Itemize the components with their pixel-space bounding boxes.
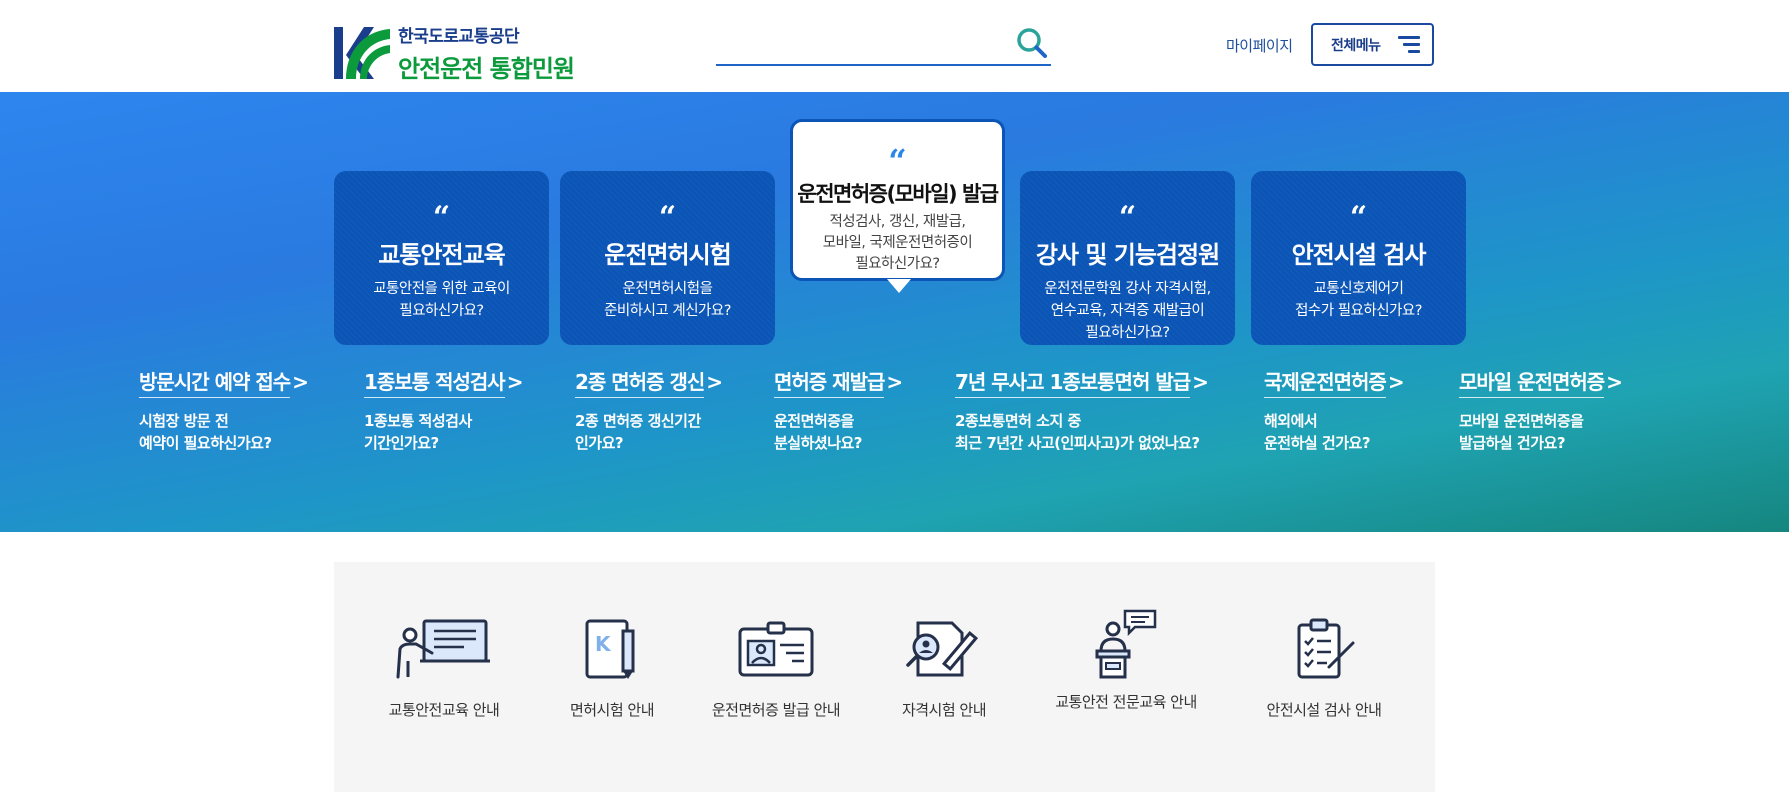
hero-section: “ 교통안전교육 교통안전을 위한 교육이 필요하신가요? “ 운전면허시험 운… — [0, 92, 1789, 532]
card-safety-facility-inspection[interactable]: “ 안전시설 검사 교통신호제어기 접수가 필요하신가요? — [1251, 171, 1466, 345]
quick-link-title: 면허증 재발급 — [774, 366, 885, 398]
chevron-right-icon: > — [506, 370, 524, 394]
all-menu-label: 전체메뉴 — [1331, 37, 1381, 54]
service-license-issuance[interactable]: 운전면허증 발급 안내 — [706, 617, 846, 720]
lecturer-podium-icon — [1095, 609, 1157, 679]
quick-link-description: 시험장 방문 전 예약이 필요하신가요? — [139, 412, 272, 452]
card-license-issuance[interactable]: “ 운전면허증(모바일) 발급 적성검사, 갱신, 재발급, 모바일, 국제운전… — [790, 119, 1005, 281]
quick-link-title: 국제운전면허증 — [1264, 366, 1387, 398]
exam-pencil-icon: K — [585, 619, 635, 679]
card-title: 교통안전교육 — [378, 241, 505, 269]
quick-link-description: 2종 면허증 갱신기간 인가요? — [575, 412, 701, 452]
service-label: 자격시험 안내 — [901, 701, 987, 719]
card-description: 운전전문학원 강사 자격시험, 연수교육, 자격증 재발급이 필요하신가요? — [1044, 281, 1211, 341]
checklist-clipboard-icon — [1297, 618, 1355, 679]
quick-link-accident-free-license[interactable]: 7년 무사고 1종보통면허 발급 > 2종보통면허 소지 중 최근 7년간 사고(… — [955, 366, 1209, 454]
chevron-right-icon: > — [1192, 370, 1209, 394]
svg-text:K: K — [595, 632, 612, 656]
service-label: 운전면허증 발급 안내 — [711, 701, 841, 719]
service-label: 교통안전교육 안내 — [388, 701, 500, 719]
quote-icon: “ — [658, 200, 677, 235]
search-bar — [716, 24, 1051, 66]
speech-bubble-tail — [887, 279, 911, 293]
site-header: 한국도로교통공단 안전운전 통합민원 마이페이지 전체메뉴 — [0, 0, 1789, 92]
quick-link-title: 방문시간 예약 접수 — [139, 366, 291, 398]
quick-link-description: 모바일 운전면허증을 발급하실 건가요? — [1459, 412, 1584, 452]
card-description: 교통신호제어기 접수가 필요하신가요? — [1295, 281, 1422, 319]
service-facility-inspection[interactable]: 안전시설 검사 안내 — [1254, 617, 1394, 720]
card-description: 운전면허시험을 준비하시고 계신가요? — [604, 281, 731, 319]
search-input[interactable] — [716, 24, 1006, 64]
service-qualification-exam[interactable]: 자격시험 안내 — [889, 617, 999, 720]
quick-link-title: 2종 면허증 갱신 — [575, 366, 705, 398]
service-guide-section: 교통안전교육 안내 K 면허시험 안내 운전면허증 발급 안내 자격시험 안내 … — [334, 562, 1435, 792]
quick-link-aptitude-test[interactable]: 1종보통 적성검사 > 1종보통 적성검사 기간인가요? — [364, 366, 523, 454]
card-traffic-safety-education[interactable]: “ 교통안전교육 교통안전을 위한 교육이 필요하신가요? — [334, 171, 549, 345]
site-logo[interactable]: 한국도로교통공단 안전운전 통합민원 — [334, 22, 575, 84]
chevron-right-icon: > — [1606, 370, 1623, 394]
chevron-right-icon: > — [1387, 370, 1405, 394]
org-name: 한국도로교통공단 — [398, 27, 520, 47]
search-icon[interactable] — [1015, 26, 1049, 60]
quick-link-visit-reservation[interactable]: 방문시간 예약 접수 > 시험장 방문 전 예약이 필요하신가요? — [139, 366, 309, 454]
quick-link-license-renewal[interactable]: 2종 면허증 갱신 > 2종 면허증 갱신기간 인가요? — [575, 366, 723, 454]
quick-link-title: 모바일 운전면허증 — [1459, 366, 1605, 398]
card-description: 교통안전을 위한 교육이 필요하신가요? — [373, 281, 510, 319]
quick-link-license-reissue[interactable]: 면허증 재발급 > 운전면허증을 분실하셨나요? — [774, 366, 903, 454]
koroad-logo-icon — [334, 27, 390, 79]
card-description: 적성검사, 갱신, 재발급, 모바일, 국제운전면허증이 필요하신가요? — [822, 214, 973, 272]
quick-link-title: 1종보통 적성검사 — [364, 366, 506, 398]
quote-icon: “ — [1118, 200, 1137, 235]
service-professional-education[interactable]: 교통안전 전문교육 안내 — [1046, 609, 1206, 712]
certificate-search-icon — [906, 621, 979, 677]
card-title: 운전면허시험 — [604, 241, 731, 269]
service-label: 안전시설 검사 안내 — [1266, 701, 1382, 719]
service-label: 교통안전 전문교육 안내 — [1055, 693, 1197, 711]
service-label: 면허시험 안내 — [569, 701, 655, 719]
service-license-exam[interactable]: K 면허시험 안내 — [552, 617, 672, 720]
quick-link-description: 2종보통면허 소지 중 최근 7년간 사고(인피사고)가 없었나요? — [955, 412, 1200, 452]
presentation-board-icon — [396, 619, 490, 679]
card-title: 운전면허증(모바일) 발급 — [797, 182, 999, 206]
quick-link-mobile-license[interactable]: 모바일 운전면허증 > 모바일 운전면허증을 발급하실 건가요? — [1459, 366, 1623, 454]
quote-icon: “ — [1349, 200, 1368, 235]
chevron-right-icon: > — [292, 370, 309, 394]
quick-link-description: 해외에서 운전하실 건가요? — [1264, 412, 1371, 452]
quote-icon: “ — [432, 200, 451, 235]
mypage-link[interactable]: 마이페이지 — [1226, 35, 1293, 56]
card-instructor-examiner[interactable]: “ 강사 및 기능검정원 운전전문학원 강사 자격시험, 연수교육, 자격증 재… — [1020, 171, 1235, 345]
quick-link-description: 운전면허증을 분실하셨나요? — [774, 412, 863, 452]
chevron-right-icon: > — [706, 370, 724, 394]
card-license-exam[interactable]: “ 운전면허시험 운전면허시험을 준비하시고 계신가요? — [560, 171, 775, 345]
card-title: 안전시설 검사 — [1291, 241, 1427, 269]
quick-link-title: 7년 무사고 1종보통면허 발급 — [955, 366, 1191, 398]
card-title: 강사 및 기능검정원 — [1035, 241, 1220, 269]
hamburger-menu-icon — [1398, 36, 1420, 54]
quick-link-description: 1종보통 적성검사 기간인가요? — [364, 412, 472, 452]
all-menu-button[interactable]: 전체메뉴 — [1311, 23, 1434, 66]
chevron-right-icon: > — [886, 370, 904, 394]
id-card-icon — [738, 621, 814, 677]
quote-icon: “ — [888, 142, 907, 180]
site-name: 안전운전 통합민원 — [398, 55, 575, 83]
service-traffic-safety-education[interactable]: 교통안전교육 안내 — [379, 617, 509, 720]
quick-link-international-license[interactable]: 국제운전면허증 > 해외에서 운전하실 건가요? — [1264, 366, 1405, 454]
